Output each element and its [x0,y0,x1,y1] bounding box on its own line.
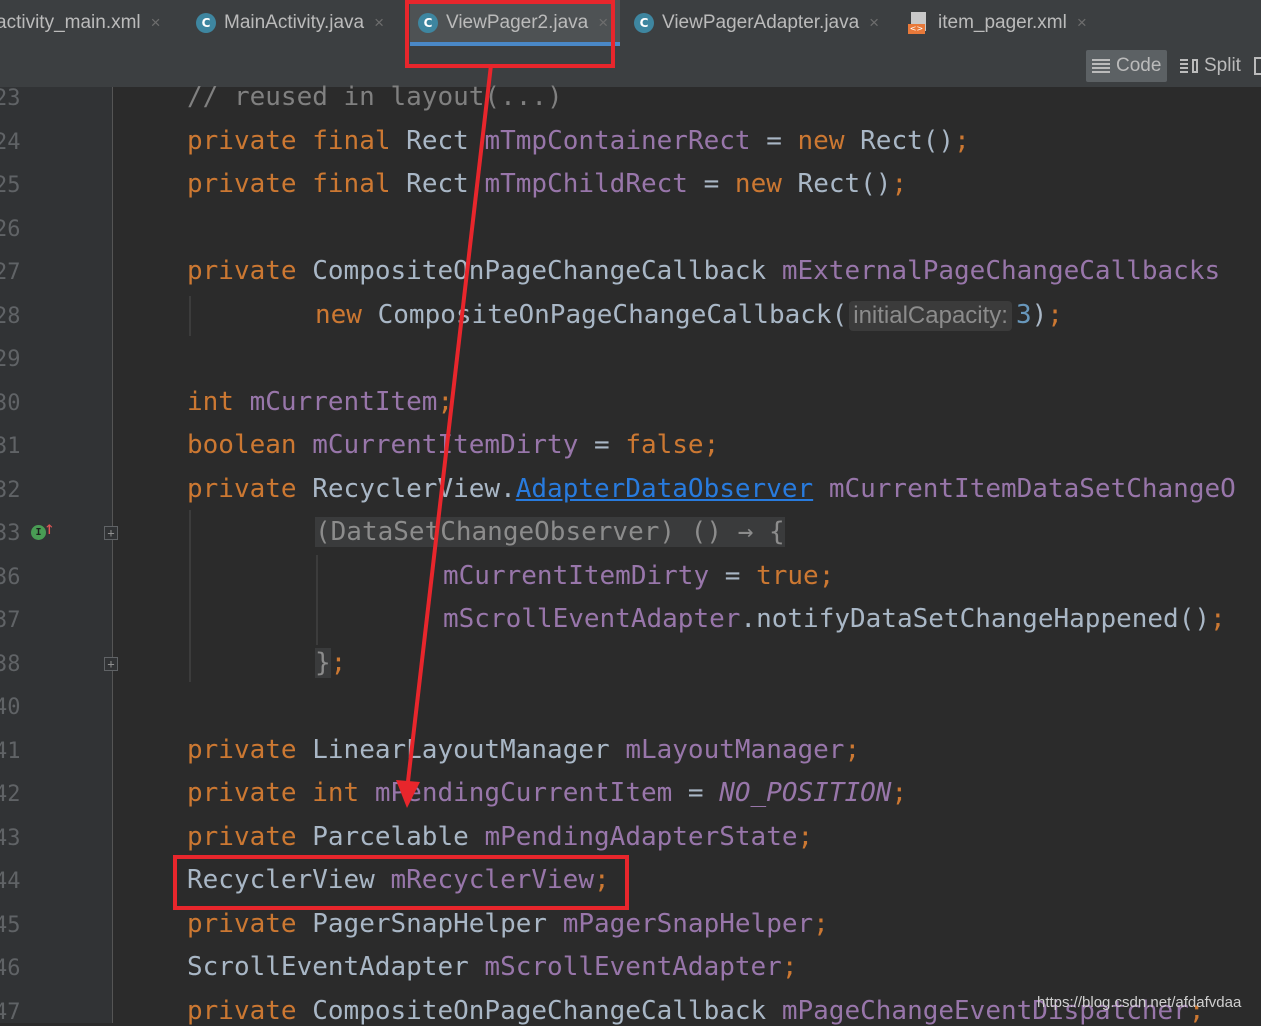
arrow-head [396,780,420,808]
arrow-shaft [405,64,493,791]
annotation-arrow [396,64,493,808]
watermark: https://blog.csdn.net/afdafvdaa [1037,994,1242,1011]
